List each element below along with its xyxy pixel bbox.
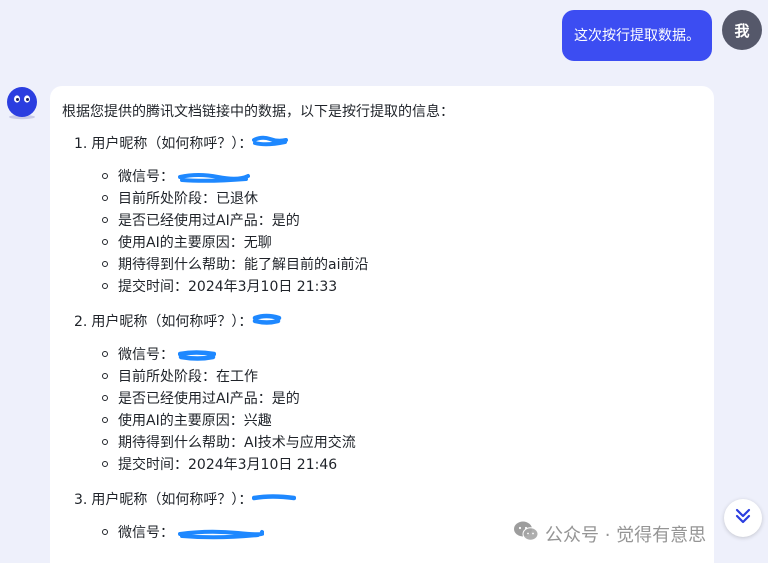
- redaction-scribble: [252, 134, 289, 148]
- entry-number: 2.: [74, 314, 88, 330]
- watermark-text: 公众号 · 觉得有意思: [545, 524, 707, 546]
- field-text: 目前所处阶段：在工作: [118, 369, 258, 385]
- field-text: 是否已经使用过AI产品：是的: [118, 391, 300, 407]
- bullet-icon: [102, 461, 108, 467]
- entry-label: 用户昵称（如何称呼？）：: [91, 492, 253, 508]
- bullet-icon: [102, 283, 108, 289]
- redaction-scribble: [252, 490, 297, 504]
- bot-message-card: 根据您提供的腾讯文档链接中的数据，以下是按行提取的信息： 1. 用户昵称（如何称…: [50, 86, 714, 563]
- entry-label: 用户昵称（如何称呼？）：: [91, 314, 253, 330]
- field-wechat-id: 微信号：: [98, 344, 702, 366]
- field-used-ai: 是否已经使用过AI产品：是的: [98, 210, 702, 232]
- field-text: 是否已经使用过AI产品：是的: [118, 213, 300, 229]
- bullet-icon: [102, 373, 108, 379]
- field-text: 提交时间：2024年3月10日 21:33: [118, 279, 338, 295]
- redaction-scribble: [178, 348, 217, 362]
- redaction-scribble: [252, 312, 282, 326]
- field-used-ai: 是否已经使用过AI产品：是的: [98, 388, 702, 410]
- entry-number: 1.: [74, 136, 88, 152]
- entry-number: 3.: [74, 492, 88, 508]
- field-reason: 使用AI的主要原因：兴趣: [98, 410, 702, 432]
- field-wechat-id: 微信号：: [98, 166, 702, 188]
- user-avatar[interactable]: 我: [722, 10, 762, 50]
- field-text: 微信号：: [118, 347, 174, 363]
- bot-intro-text: 根据您提供的腾讯文档链接中的数据，以下是按行提取的信息：: [62, 104, 454, 120]
- field-text: 使用AI的主要原因：兴趣: [118, 413, 272, 429]
- entry-label: 用户昵称（如何称呼？）：: [91, 136, 253, 152]
- bullet-icon: [102, 395, 108, 401]
- field-text: 使用AI的主要原因：无聊: [118, 235, 272, 251]
- bullet-icon: [102, 195, 108, 201]
- redaction-scribble: [178, 170, 251, 184]
- user-entry: 1. 用户昵称（如何称呼？）： 微信号： 目前所处阶段：已退休 是否已经使用过A…: [62, 134, 702, 298]
- user-entry: 2. 用户昵称（如何称呼？）： 微信号： 目前所处阶段：在工作 是否已经使用过A…: [62, 312, 702, 476]
- bullet-icon: [102, 351, 108, 357]
- double-chevron-down-icon: [734, 507, 752, 529]
- entry-heading: 1. 用户昵称（如何称呼？）：: [62, 134, 702, 154]
- field-text: 微信号：: [118, 525, 174, 541]
- field-stage: 目前所处阶段：在工作: [98, 366, 702, 388]
- field-submit-time: 提交时间：2024年3月10日 21:33: [98, 276, 702, 298]
- scroll-to-bottom-button[interactable]: [724, 499, 762, 537]
- field-text: 目前所处阶段：已退休: [118, 191, 258, 207]
- field-expectation: 期待得到什么帮助：AI技术与应用交流: [98, 432, 702, 454]
- field-stage: 目前所处阶段：已退休: [98, 188, 702, 210]
- bullet-icon: [102, 529, 108, 535]
- user-message-row: 这次按行提取数据。 我: [562, 10, 762, 61]
- field-text: 期待得到什么帮助：能了解目前的ai前沿: [118, 257, 369, 273]
- bullet-icon: [102, 217, 108, 223]
- redaction-scribble: [178, 526, 265, 540]
- field-submit-time: 提交时间：2024年3月10日 21:46: [98, 454, 702, 476]
- bullet-icon: [102, 417, 108, 423]
- bullet-icon: [102, 173, 108, 179]
- bullet-icon: [102, 261, 108, 267]
- entry-field-list: 微信号： 目前所处阶段：在工作 是否已经使用过AI产品：是的 使用AI的主要原因…: [62, 344, 702, 476]
- chat-page: 这次按行提取数据。 我 根据您提供的腾讯文档链接中的数据，以下是按行提取的信息：…: [0, 0, 768, 563]
- user-message-bubble[interactable]: 这次按行提取数据。: [562, 10, 712, 61]
- wechat-icon: [513, 520, 539, 547]
- field-reason: 使用AI的主要原因：无聊: [98, 232, 702, 254]
- field-text: 期待得到什么帮助：AI技术与应用交流: [118, 435, 356, 451]
- watermark: 公众号 · 觉得有意思: [513, 520, 706, 547]
- entry-field-list: 微信号： 目前所处阶段：已退休 是否已经使用过AI产品：是的 使用AI的主要原因…: [62, 166, 702, 298]
- entry-heading: 2. 用户昵称（如何称呼？）：: [62, 312, 702, 332]
- entry-heading: 3. 用户昵称（如何称呼？）：: [62, 490, 702, 510]
- robot-face-icon: [5, 86, 39, 120]
- field-text: 提交时间：2024年3月10日 21:46: [118, 457, 338, 473]
- bullet-icon: [102, 439, 108, 445]
- bullet-icon: [102, 239, 108, 245]
- field-expectation: 期待得到什么帮助：能了解目前的ai前沿: [98, 254, 702, 276]
- field-text: 微信号：: [118, 169, 174, 185]
